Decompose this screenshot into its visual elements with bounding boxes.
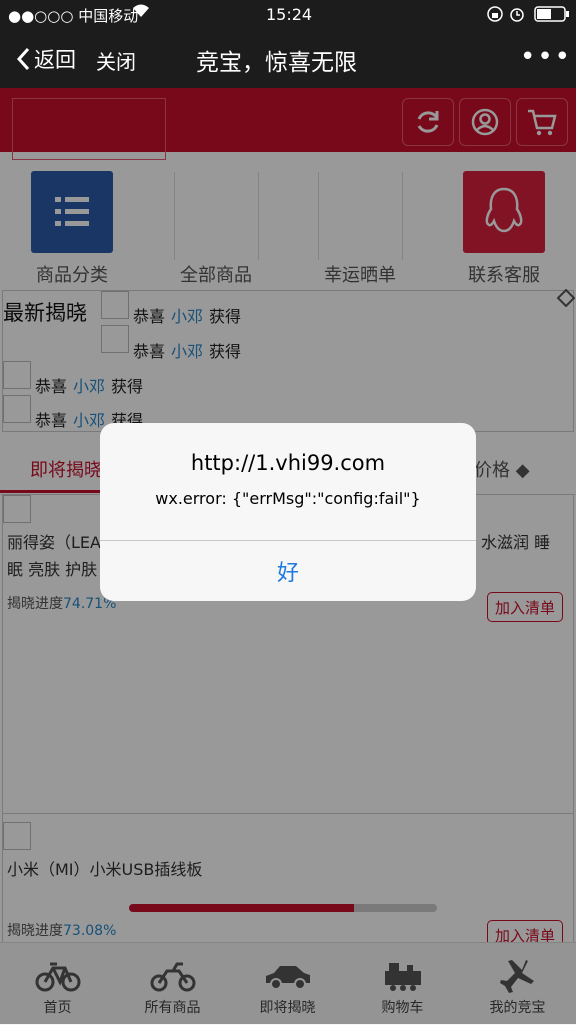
carrier-text: ●●○○○ 中国移动 — [8, 7, 139, 25]
alarm-icon — [508, 5, 526, 27]
alert-ok-button[interactable]: 好 — [100, 541, 476, 601]
nav-bar: 返回 关闭 竞宝，惊喜无限 ••• — [0, 30, 576, 88]
alert-dialog: http://1.vhi99.com wx.error: {"errMsg":"… — [100, 423, 476, 601]
clock-text: 15:24 — [266, 5, 313, 24]
more-button[interactable]: ••• — [520, 42, 572, 72]
status-bar: ●●○○○ 中国移动 15:24 — [0, 0, 576, 30]
alert-title: http://1.vhi99.com — [190, 451, 386, 475]
lock-rotation-icon — [486, 5, 504, 27]
top-bar: ●●○○○ 中国移动 15:24 返回 关闭 竞宝，惊喜无限 ••• — [0, 0, 576, 88]
close-button[interactable]: 关闭 — [96, 46, 136, 75]
chevron-left-icon — [16, 47, 30, 71]
wifi-icon — [132, 3, 150, 23]
back-button[interactable]: 返回 — [16, 44, 76, 74]
alert-message: wx.error: {"errMsg":"config:fail"} — [155, 489, 421, 508]
battery-icon — [534, 6, 570, 26]
back-label: 返回 — [34, 48, 76, 72]
page-title: 竞宝，惊喜无限 — [196, 50, 357, 76]
